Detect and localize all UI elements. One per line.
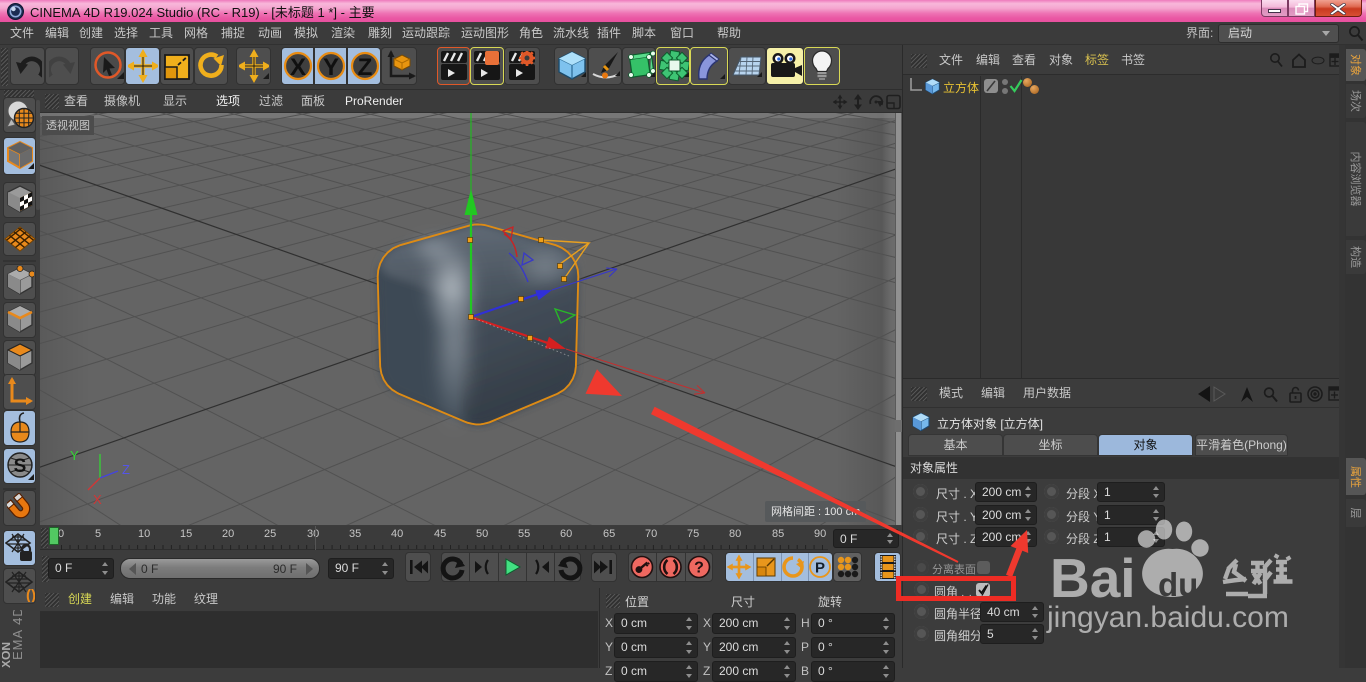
svg-text:X: X — [93, 492, 102, 507]
svg-text:Y: Y — [70, 448, 79, 463]
svg-text:S: S — [14, 456, 27, 477]
svg-text:(): () — [26, 587, 35, 602]
svg-text:P: P — [815, 560, 825, 577]
svg-text:?: ? — [694, 560, 704, 577]
svg-text:Z: Z — [358, 54, 373, 81]
svg-text:Z: Z — [122, 462, 130, 477]
svg-text:X: X — [290, 54, 306, 81]
svg-text:Y: Y — [323, 54, 339, 81]
